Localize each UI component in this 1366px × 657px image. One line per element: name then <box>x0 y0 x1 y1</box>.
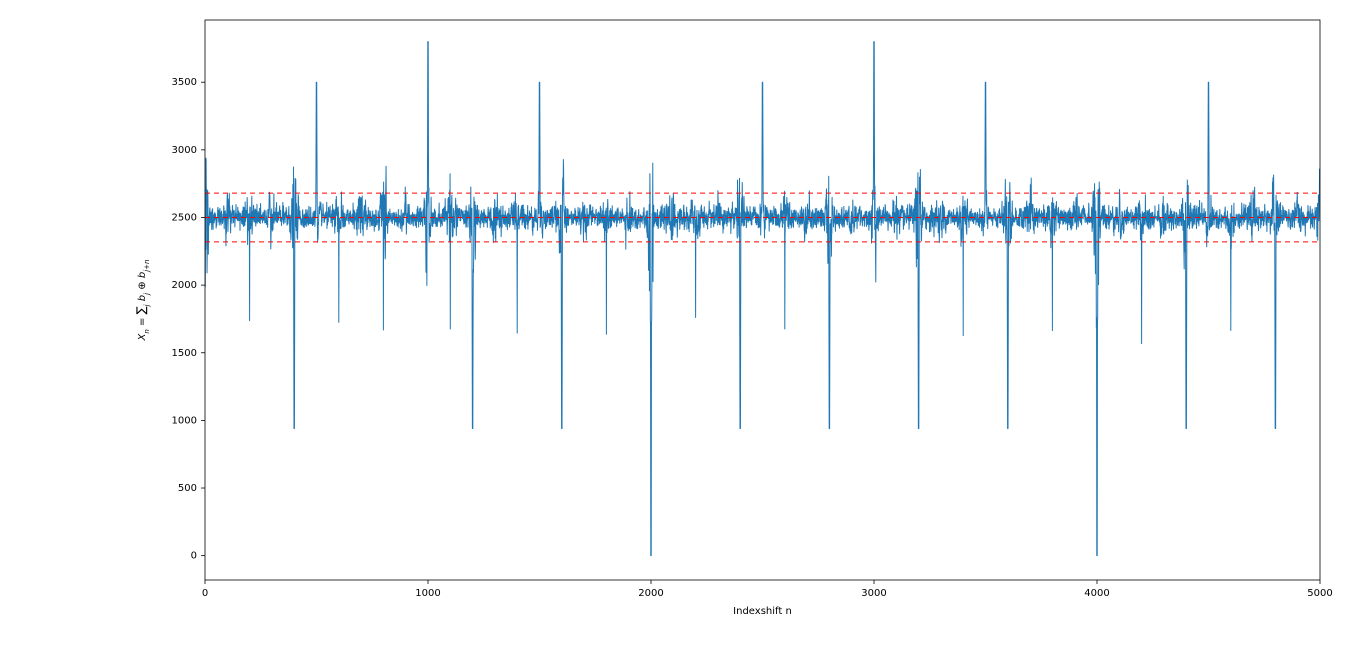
x-axis-label: Indexshift n <box>733 606 792 617</box>
y-axis-label: Xn = ∑j bj ⊕ bj+n <box>134 260 151 342</box>
y-tick-label: 2000 <box>172 280 197 291</box>
chart-container: 0 1000 2000 3000 4000 5000 0 500 1000 1500 2000 25… <box>0 0 1366 657</box>
x-tick-label: 3000 <box>861 588 886 599</box>
x-tick-label: 0 <box>202 588 208 599</box>
y-tick-label: 3000 <box>172 145 197 156</box>
y-tick-label: 0 <box>191 551 197 562</box>
x-tick-label: 4000 <box>1084 588 1109 599</box>
y-tick-label: 1000 <box>172 415 197 426</box>
x-tick-label: 2000 <box>638 588 663 599</box>
line-chart: 0 1000 2000 3000 4000 5000 0 500 1000 1500 2000 25… <box>0 0 1366 657</box>
y-tick-label: 1500 <box>172 348 197 359</box>
y-tick-label: 3500 <box>172 77 197 88</box>
y-tick-label: 2500 <box>172 212 197 223</box>
x-tick-label: 1000 <box>415 588 440 599</box>
y-tick-label: 500 <box>178 483 197 494</box>
x-tick-label: 5000 <box>1307 588 1332 599</box>
data-series-line <box>205 42 1320 556</box>
